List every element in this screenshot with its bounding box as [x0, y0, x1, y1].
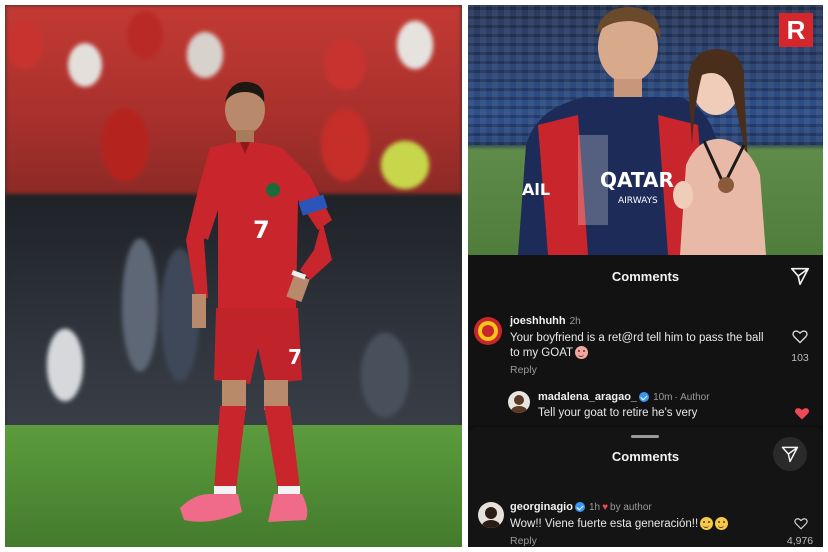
avatar[interactable] [474, 317, 502, 345]
send-button[interactable] [773, 437, 807, 471]
comment-username-text[interactable]: georginagio [510, 501, 573, 513]
avatar[interactable] [508, 391, 530, 413]
comments-section-top: Comments joeshhuhh 2h Your boyfriend is a… [468, 255, 823, 425]
heart-outline-icon[interactable] [794, 517, 808, 530]
jersey-number: 7 [253, 216, 270, 244]
instagram-panel: R QATAR AIRWAYS AlL Comments joeshhuhh 2… [468, 5, 823, 547]
heart-filled-icon[interactable] [794, 406, 810, 421]
comment-username-text[interactable]: joeshhuhh [510, 315, 566, 327]
avatar[interactable] [478, 502, 504, 528]
like-count: 4,976 [786, 535, 814, 547]
author-like-heart-icon: ♥ [602, 502, 609, 513]
by-author-label: by author [610, 502, 652, 513]
jersey-side-text: AlL [522, 180, 550, 199]
heart-outline-icon[interactable] [792, 329, 808, 344]
reply-button[interactable]: Reply [510, 535, 537, 547]
comment-text: Wow!! Viene fuerte esta generación!! [510, 517, 770, 532]
avatar-image [511, 395, 527, 413]
comment-username[interactable]: georginagio 1h ♥ by author [510, 501, 652, 513]
comment-username[interactable]: madalena_aragao_ 10m · Author [538, 391, 710, 403]
comments-sheet-title: Comments [611, 449, 680, 464]
player-photo: 7 7 [5, 5, 462, 547]
send-icon[interactable] [789, 265, 811, 287]
comment-time: 10m [653, 392, 673, 403]
screenshot-root: 7 7 R QATAR AIRWAYS AlL Comments joeshhu… [0, 0, 828, 552]
jersey-sponsor: QATAR [600, 168, 674, 192]
relevo-logo: R [779, 13, 813, 47]
comment-text: Tell your goat to retire he's very [538, 407, 698, 419]
sheet-drag-handle[interactable] [631, 435, 659, 438]
author-tag: · Author [674, 392, 710, 403]
comments-sheet: Comments georginagio 1h ♥ by author Wow!! V… [468, 427, 823, 547]
emoji-icon [575, 346, 589, 360]
jersey-sponsor-sub: AIRWAYS [618, 196, 658, 206]
avatar-image [482, 507, 500, 528]
send-icon [781, 446, 799, 463]
reply-button[interactable]: Reply [510, 364, 537, 376]
manutd-crest-icon [478, 321, 498, 341]
comment-text: Your boyfriend is a ret@rd tell him to p… [510, 331, 774, 361]
player-figure: 7 7 [180, 81, 332, 522]
couple-photo: R QATAR AIRWAYS AlL [468, 5, 823, 255]
emoji-icon [700, 517, 714, 531]
verified-badge-icon [574, 502, 585, 513]
like-count: 103 [791, 352, 809, 364]
comments-title: Comments [611, 269, 680, 284]
comment-text-content: Your boyfriend is a ret@rd tell him to p… [510, 332, 764, 359]
comment-username[interactable]: joeshhuhh 2h [510, 315, 581, 327]
comment-username-text[interactable]: madalena_aragao_ [538, 391, 637, 403]
verified-badge-icon [639, 392, 650, 403]
comment-text-content: Wow!! Viene fuerte esta generación!! [510, 518, 699, 530]
comment-time: 1h [588, 502, 601, 513]
couple-figures: QATAR AIRWAYS AlL [518, 7, 766, 255]
comment-time: 2h [569, 316, 581, 327]
shorts-number: 7 [288, 345, 302, 369]
emoji-icon [715, 517, 729, 531]
